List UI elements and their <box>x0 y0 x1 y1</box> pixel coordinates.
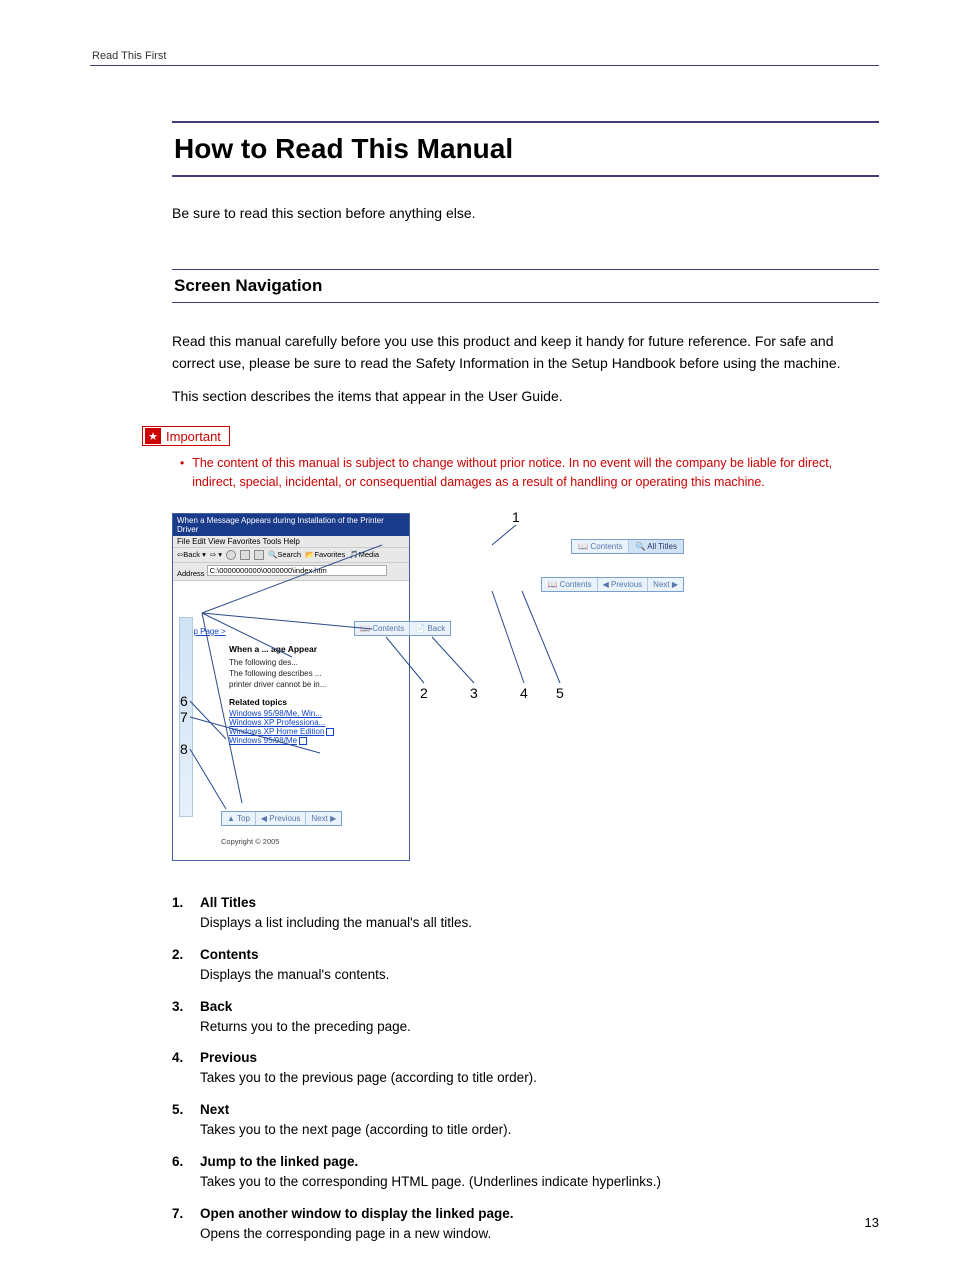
next-button: Next ▶ <box>306 812 341 825</box>
window-titlebar: When a Message Appears during Installati… <box>173 514 409 536</box>
legend-item: 6. Jump to the linked page. Takes you to… <box>172 1154 879 1192</box>
browser-window: When a Message Appears during Installati… <box>172 513 410 861</box>
search-button: 🔍Search <box>268 550 301 559</box>
running-head: Read This First <box>92 50 879 62</box>
legend-item: 4. Previous Takes you to the previous pa… <box>172 1050 879 1088</box>
favorites-button: 📂Favorites <box>305 550 345 559</box>
address-label: Address <box>177 569 205 578</box>
legend-desc: Takes you to the next page (according to… <box>200 1122 511 1137</box>
important-text: The content of this manual is subject to… <box>192 454 879 493</box>
callout-1: 1 <box>512 509 520 525</box>
related-link: Windows XP Home Edition <box>229 727 389 736</box>
previous-button: ◀ Previous <box>598 578 649 591</box>
legend-desc: Displays a list including the manual's a… <box>200 915 472 930</box>
legend-item: 5. Next Takes you to the next page (acco… <box>172 1102 879 1140</box>
navigation-diagram: When a Message Appears during Installati… <box>172 513 572 873</box>
bullet-icon: • <box>180 454 184 472</box>
important-label: Important <box>166 429 221 444</box>
section-heading: Screen Navigation <box>172 269 879 303</box>
legend-number: 2. <box>172 947 183 962</box>
back-button: 📄 Back <box>410 622 450 635</box>
legend-number: 5. <box>172 1102 183 1117</box>
callout-3: 3 <box>470 685 478 701</box>
menubar: File Edit View Favorites Tools Help <box>173 536 409 548</box>
important-tag: ★ Important <box>142 426 230 446</box>
toolbar: ⇦Back ▾ ⇨ ▾ 🔍Search 📂Favorites 🎵Media <box>173 548 409 563</box>
legend-term: Jump to the linked page. <box>200 1154 879 1169</box>
callout-7: 7 <box>180 709 188 725</box>
newwindow-icon <box>299 737 307 745</box>
legend-number: 3. <box>172 999 183 1014</box>
stop-icon <box>226 550 236 560</box>
legend-term: Next <box>200 1102 879 1117</box>
back-label: ⇦Back ▾ <box>177 550 206 559</box>
previous-button: ◀ Previous <box>256 812 307 825</box>
related-link: Windows XP Professiona... <box>229 718 389 727</box>
callout-6: 6 <box>180 693 188 709</box>
contents-button: 📖 Contents <box>355 622 410 635</box>
copyright-text: Copyright © 2005 <box>221 837 279 846</box>
legend-desc: Takes you to the previous page (accordin… <box>200 1070 537 1085</box>
contents-button: 📖 Contents <box>542 578 597 591</box>
contents-button: 📖 Contents <box>572 540 629 553</box>
legend-item: 1. All Titles Displays a list including … <box>172 895 879 933</box>
legend-number: 7. <box>172 1206 183 1221</box>
legend-desc: Takes you to the corresponding HTML page… <box>200 1174 661 1189</box>
callout-2: 2 <box>420 685 428 701</box>
star-icon: ★ <box>145 428 161 444</box>
legend-number: 4. <box>172 1050 183 1065</box>
address-field: C:\0000000000\0000000\index.htm <box>207 565 387 576</box>
callout-5: 5 <box>556 685 564 701</box>
legend-item: 2. Contents Displays the manual's conten… <box>172 947 879 985</box>
legend-item: 7. Open another window to display the li… <box>172 1206 879 1244</box>
content-line: printer driver cannot be in... <box>229 680 389 689</box>
content-line: The following des... <box>229 658 389 667</box>
next-button: Next ▶ <box>648 578 683 591</box>
forward-icon: ⇨ ▾ <box>210 550 222 559</box>
address-bar: Address C:\0000000000\0000000\index.htm <box>173 563 409 581</box>
page-number: 13 <box>865 1215 879 1230</box>
top-rule <box>90 65 879 66</box>
nav-pill-top: 📖 Contents 🔍 All Titles <box>571 539 684 554</box>
important-note: • The content of this manual is subject … <box>180 454 879 493</box>
related-link: Windows 95/98/Me <box>229 736 389 745</box>
bottom-nav: ▲ Top ◀ Previous Next ▶ <box>221 811 342 826</box>
media-button: 🎵Media <box>349 550 379 559</box>
legend-item: 3. Back Returns you to the preceding pag… <box>172 999 879 1037</box>
body-paragraph: Read this manual carefully before you us… <box>172 331 879 374</box>
alltitles-button: 🔍 All Titles <box>629 540 683 553</box>
refresh-icon <box>240 550 250 560</box>
content-line: The following describes ... <box>229 669 389 678</box>
callout-8: 8 <box>180 741 188 757</box>
page-title: How to Read This Manual <box>172 121 879 177</box>
newwindow-icon <box>326 728 334 736</box>
legend-desc: Displays the manual's contents. <box>200 967 389 982</box>
content-heading: When a ... age Appear <box>229 644 389 654</box>
callout-4: 4 <box>520 685 528 701</box>
legend-number: 1. <box>172 895 183 910</box>
intro-text: Be sure to read this section before anyt… <box>172 205 879 221</box>
nav-pill-contents-back: 📖 Contents 📄 Back <box>354 621 451 636</box>
nav-pill-mid: 📖 Contents ◀ Previous Next ▶ <box>541 577 684 592</box>
legend-number: 6. <box>172 1154 183 1169</box>
legend-term: Previous <box>200 1050 879 1065</box>
legend-term: Back <box>200 999 879 1014</box>
legend-term: Open another window to display the linke… <box>200 1206 879 1221</box>
legend-term: Contents <box>200 947 879 962</box>
top-button: ▲ Top <box>222 812 256 825</box>
home-icon <box>254 550 264 560</box>
related-heading: Related topics <box>229 697 389 707</box>
legend-desc: Opens the corresponding page in a new wi… <box>200 1226 491 1241</box>
related-link: Windows 95/98/Me, Win... <box>229 709 389 718</box>
legend-term: All Titles <box>200 895 879 910</box>
body-paragraph: This section describes the items that ap… <box>172 386 879 408</box>
legend-list: 1. All Titles Displays a list including … <box>172 895 879 1244</box>
legend-desc: Returns you to the preceding page. <box>200 1019 411 1034</box>
